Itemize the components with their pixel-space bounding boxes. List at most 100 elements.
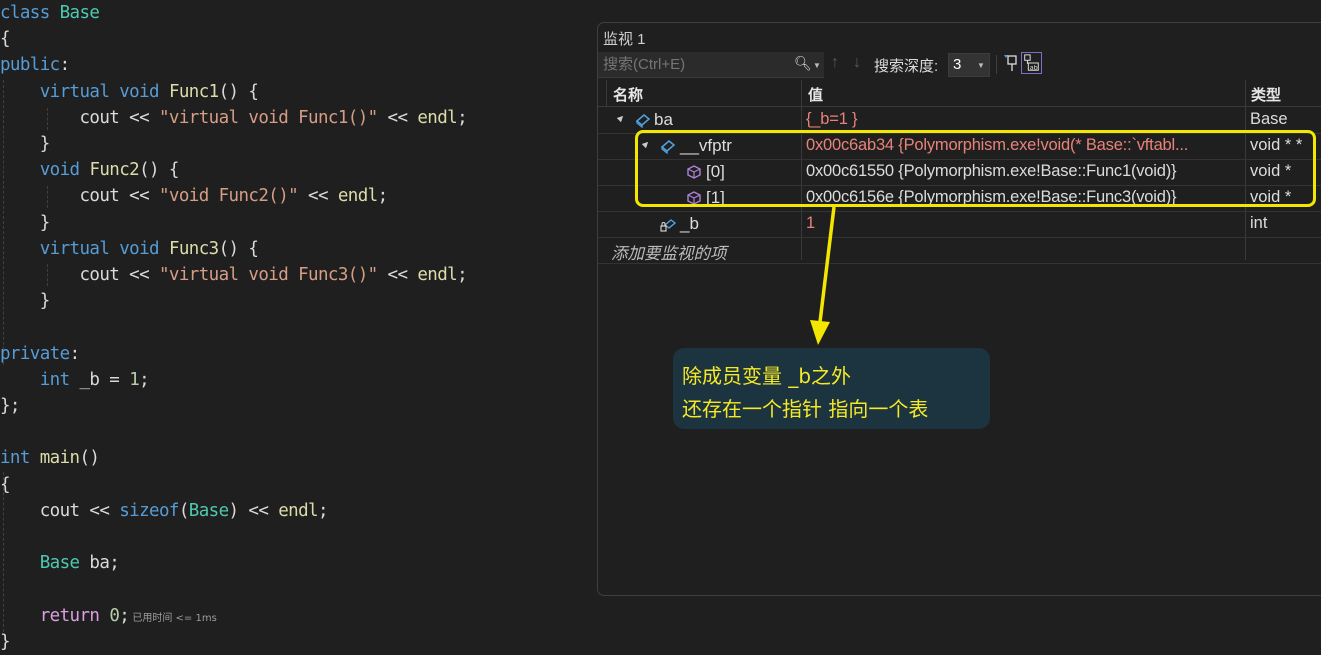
code-line[interactable]: } — [0, 210, 51, 236]
add-watch-item-row[interactable]: 添加要监视的项 — [598, 237, 1321, 264]
search-depth-label: 搜索深度: — [874, 58, 939, 75]
code-token: _b = — [69, 370, 130, 390]
watch-row-type: Base — [1250, 110, 1288, 128]
code-line[interactable]: public: — [0, 52, 70, 78]
code-token: ; — [377, 186, 389, 206]
code-line[interactable]: int _b = 1; — [0, 367, 150, 393]
code-token: endl — [337, 186, 378, 206]
code-token: () { — [139, 160, 179, 180]
private-field-icon — [660, 219, 676, 232]
code-line[interactable]: return 0; 已用时间 <= 1ms — [0, 603, 217, 629]
pin-icon[interactable] — [1003, 53, 1019, 73]
code-line[interactable]: int main() — [0, 445, 100, 471]
class-object-icon — [635, 114, 651, 128]
code-token: endl — [417, 265, 458, 285]
watch-window: 监视 1 🔍︎ ▼ ↑ ↓ 搜索深度: 3 ▼ ab 名称 — [597, 22, 1321, 596]
watch-row-value[interactable]: {_b=1 } — [806, 110, 858, 129]
search-next-arrow-down-icon[interactable]: ↓ — [853, 54, 861, 72]
code-line[interactable]: cout << "void Func2()" << endl; — [0, 183, 388, 209]
code-token: () { — [218, 82, 259, 102]
code-token: sizeof — [119, 501, 179, 521]
column-header-type[interactable]: 类型 — [1251, 84, 1281, 105]
code-token: : — [69, 344, 81, 364]
code-token: Base — [59, 3, 100, 23]
code-token: ; — [317, 501, 329, 521]
code-token: Base — [39, 553, 80, 573]
code-token: } — [0, 134, 51, 154]
code-token: virtual — [39, 239, 110, 259]
search-previous-arrow-up-icon[interactable]: ↑ — [831, 54, 839, 72]
search-depth-select[interactable]: 3 ▼ — [948, 53, 990, 77]
code-editor[interactable]: class Base{public: virtual void Func1() … — [0, 0, 600, 652]
code-line[interactable]: void Func2() { — [0, 157, 180, 183]
code-line[interactable]: } — [0, 288, 51, 314]
annotation-line-1: 除成员变量 _b之外 — [682, 364, 852, 388]
column-header-value[interactable]: 值 — [808, 84, 823, 105]
code-token: ; — [457, 265, 468, 285]
search-icon[interactable]: 🔍︎ — [794, 55, 812, 72]
code-line[interactable]: Base ba; — [0, 550, 120, 576]
search-depth-value: 3 — [953, 56, 962, 73]
column-header-name[interactable]: 名称 — [613, 84, 643, 105]
code-token: } — [0, 632, 11, 652]
code-token: 1 — [129, 370, 140, 390]
code-token: Func3 — [168, 239, 219, 259]
search-box[interactable]: 🔍︎ ▼ — [598, 52, 824, 78]
code-line[interactable]: { — [0, 472, 11, 498]
code-token: cout << — [0, 501, 120, 521]
code-token: } — [0, 213, 51, 233]
code-token: main — [39, 448, 80, 468]
code-token: 0 — [109, 606, 120, 626]
collapse-triangle-icon[interactable] — [616, 113, 626, 123]
code-line[interactable]: cout << "virtual void Func3()" << endl; — [0, 262, 467, 288]
code-token: void — [119, 82, 159, 102]
code-token: void — [39, 160, 80, 180]
code-line[interactable]: { — [0, 26, 11, 52]
code-line[interactable]: cout << "virtual void Func1()" << endl; — [0, 105, 467, 131]
toolbar-divider — [996, 55, 997, 74]
code-line[interactable]: } — [0, 629, 11, 655]
code-line[interactable]: class Base — [0, 0, 100, 26]
code-token: }; — [0, 396, 20, 416]
code-token: cout << — [0, 265, 159, 285]
elapsed-time-hint: 已用时间 <= 1ms — [129, 613, 217, 624]
watch-row-value[interactable]: 1 — [806, 214, 815, 233]
code-token: ba; — [79, 553, 120, 573]
code-line[interactable]: cout << sizeof(Base) << endl; — [0, 498, 329, 524]
code-token: ( — [178, 501, 190, 521]
chevron-down-icon: ▼ — [977, 61, 985, 70]
code-token: } — [0, 291, 51, 311]
code-line[interactable]: }; — [0, 393, 20, 419]
annotation-line-2: 还存在一个指针 指向一个表 — [682, 397, 929, 421]
search-options-chevron-down-icon[interactable]: ▼ — [813, 61, 821, 70]
pin-source-icon[interactable]: ab — [1021, 52, 1042, 74]
code-line[interactable]: } — [0, 131, 51, 157]
code-line[interactable]: virtual void Func3() { — [0, 236, 259, 262]
code-line[interactable]: virtual void Func1() { — [0, 79, 259, 105]
search-input[interactable] — [603, 54, 783, 74]
code-token: void — [119, 239, 159, 259]
code-token: int — [0, 448, 30, 468]
highlight-box — [635, 130, 1316, 207]
watch-row-name: _b — [680, 214, 699, 233]
code-token: Func1 — [168, 82, 219, 102]
watch-row[interactable]: _b 1 int — [598, 211, 1321, 238]
column-resize-handle[interactable] — [606, 80, 607, 106]
add-watch-item-placeholder[interactable]: 添加要监视的项 — [611, 240, 727, 264]
code-token: ; — [119, 606, 130, 626]
code-line[interactable]: private: — [0, 341, 80, 367]
code-token: private — [0, 344, 70, 364]
code-token: return — [39, 606, 100, 626]
watch-toolbar: 🔍︎ ▼ ↑ ↓ 搜索深度: 3 ▼ ab — [598, 51, 1321, 78]
